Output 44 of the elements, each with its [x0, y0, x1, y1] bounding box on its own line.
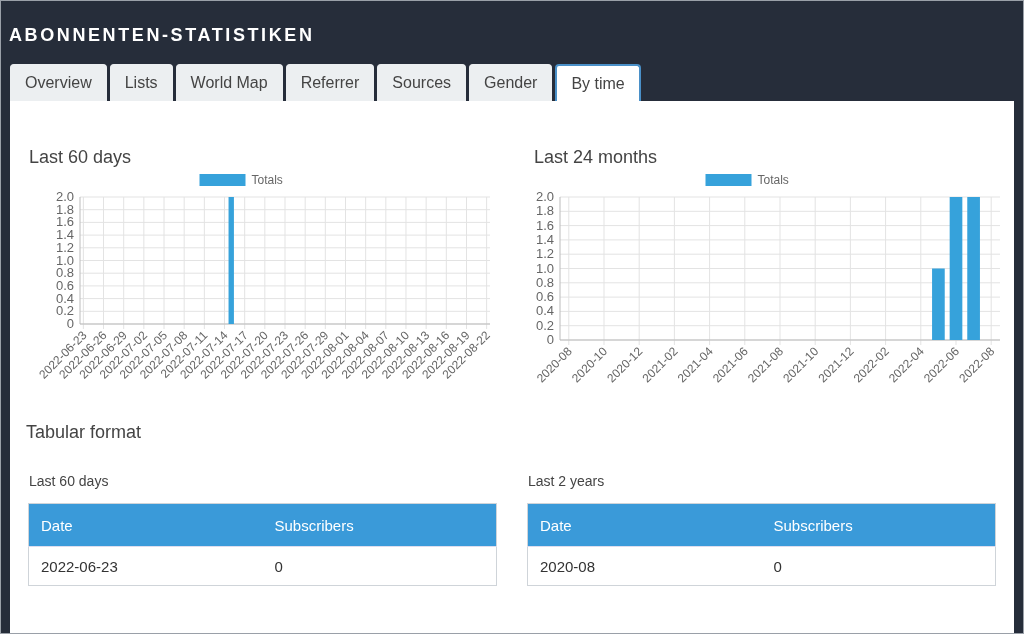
tab[interactable]: Referrer: [285, 64, 375, 101]
y-tick-label: 1.8: [55, 201, 74, 217]
table-caption: Last 2 years: [528, 473, 606, 489]
tab[interactable]: Lists: [109, 64, 173, 101]
tab[interactable]: World Map: [175, 64, 283, 101]
y-tick-label: 1.0: [55, 252, 74, 268]
y-tick-label: 0.8: [535, 274, 554, 290]
tab[interactable]: Sources: [377, 64, 467, 101]
column-header: Date: [28, 503, 263, 547]
column-header: Subscribers: [761, 503, 996, 547]
legend-swatch: [199, 174, 246, 186]
y-tick-label: 0: [66, 316, 74, 331]
tab[interactable]: By time: [555, 64, 641, 101]
tab[interactable]: Overview: [10, 64, 107, 101]
y-tick-label: 1.4: [535, 231, 554, 247]
y-tick-label: 0.6: [535, 289, 554, 305]
table-cell: 0: [761, 546, 996, 586]
y-tick-label: 2.0: [55, 189, 74, 204]
y-tick-label: 1.6: [55, 214, 74, 230]
y-tick-label: 1.2: [535, 246, 554, 262]
legend-label: Totals: [757, 173, 789, 187]
legend-swatch: [705, 174, 752, 186]
section-heading: Tabular format: [26, 422, 143, 443]
chart-heading: Last 60 days: [28, 147, 133, 168]
y-tick-label: 0.2: [55, 303, 74, 319]
chart-heading: Last 24 months: [533, 147, 659, 168]
legend-label: Totals: [251, 173, 283, 187]
y-tick-label: 2.0: [535, 189, 554, 204]
column-header: Date: [527, 503, 762, 547]
y-tick-label: 0.4: [535, 303, 554, 319]
page-title: ABONNENTEN-STATISTIKEN: [8, 24, 316, 47]
table-cell: 2022-06-23: [28, 546, 263, 586]
bar: [932, 268, 945, 340]
tab[interactable]: Gender: [469, 64, 553, 101]
y-tick-label: 0.4: [55, 290, 74, 306]
y-tick-label: 1.8: [535, 203, 554, 219]
y-tick-label: 0: [546, 332, 554, 347]
y-tick-label: 0.2: [535, 317, 554, 333]
column-header: Subscribers: [262, 503, 497, 547]
y-tick-label: 1.0: [535, 260, 554, 276]
table-cell: 0: [262, 546, 497, 586]
table-caption: Last 60 days: [29, 473, 110, 489]
y-tick-label: 1.6: [535, 217, 554, 233]
table-cell: 2020-08: [527, 546, 762, 586]
